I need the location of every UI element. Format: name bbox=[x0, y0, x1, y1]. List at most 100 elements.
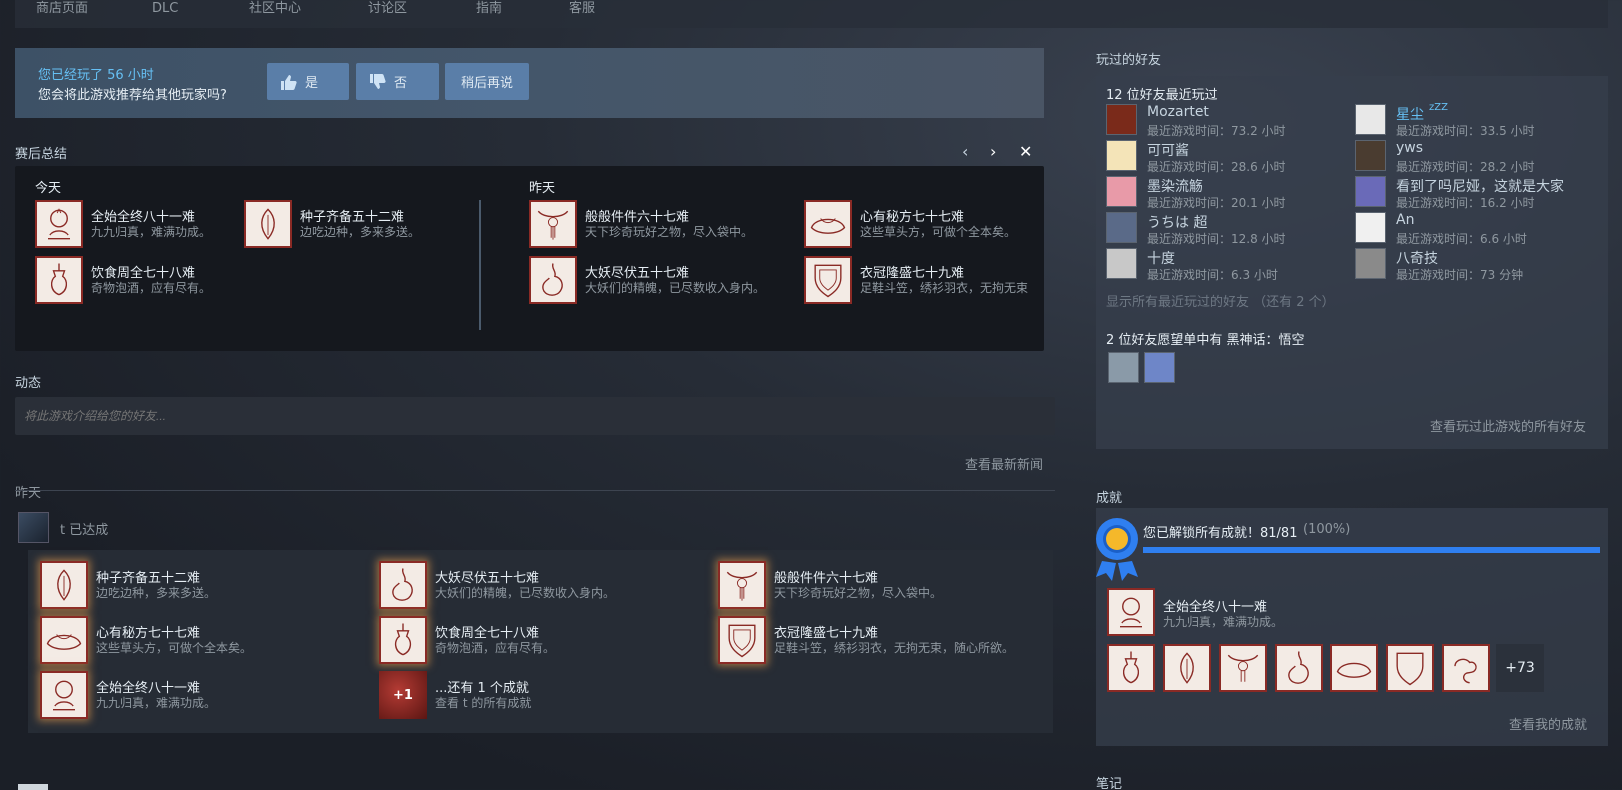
nav-store[interactable]: 商店页面 bbox=[36, 0, 88, 17]
avatar[interactable] bbox=[1106, 248, 1137, 279]
achievement-desc: 这些草头方，可做个全本矣。 bbox=[860, 225, 1017, 239]
away-status: zZZ bbox=[1429, 102, 1448, 113]
shield-icon bbox=[718, 616, 766, 664]
pendant-icon bbox=[529, 200, 577, 248]
friend-name[interactable]: 十度 bbox=[1147, 248, 1175, 268]
avatar[interactable] bbox=[18, 512, 49, 543]
friend-name[interactable]: An bbox=[1396, 212, 1414, 228]
seed-icon bbox=[244, 200, 292, 248]
avatar[interactable] bbox=[1106, 104, 1137, 135]
gourd-icon bbox=[379, 616, 427, 664]
playtime-text: 您已经玩了 56 小时 bbox=[38, 68, 154, 83]
recommend-question: 您会将此游戏推荐给其他玩家吗? bbox=[38, 88, 227, 103]
achievement-desc: 天下珍奇玩好之物，尽入袋中。 bbox=[585, 225, 754, 239]
shield-icon[interactable] bbox=[1386, 644, 1434, 692]
avatar[interactable] bbox=[1144, 352, 1175, 383]
friends-title: 玩过的好友 bbox=[1096, 53, 1162, 68]
nav-dlc[interactable]: DLC bbox=[152, 0, 178, 17]
cloud-icon[interactable] bbox=[1442, 644, 1490, 692]
avatar[interactable] bbox=[1355, 248, 1386, 279]
friend-name[interactable]: Mozartet bbox=[1147, 104, 1209, 120]
nav-discussions[interactable]: 讨论区 bbox=[368, 0, 407, 17]
collar-icon bbox=[804, 200, 852, 248]
more-achievements-desc: 查看 t 的所有成就 bbox=[435, 696, 532, 710]
nav-support[interactable]: 客服 bbox=[569, 0, 595, 17]
avatar[interactable] bbox=[1355, 140, 1386, 171]
avatar[interactable] bbox=[1355, 212, 1386, 243]
more-achievements-count[interactable]: +73 bbox=[1496, 644, 1544, 692]
next-arrow-icon[interactable]: › bbox=[990, 142, 1010, 162]
pendant-icon[interactable] bbox=[1219, 644, 1267, 692]
flame-icon bbox=[529, 256, 577, 304]
avatar[interactable] bbox=[1106, 176, 1137, 207]
achievement-icon bbox=[1107, 588, 1155, 636]
friend-playtime: 最近游戏时间：28.6 小时 bbox=[1147, 160, 1286, 174]
friend-name[interactable]: 墨染流觞 bbox=[1147, 176, 1203, 196]
friend-playtime: 最近游戏时间：73.2 小时 bbox=[1147, 124, 1286, 138]
avatar[interactable] bbox=[1355, 176, 1386, 207]
thumbs-up-button[interactable]: 是 bbox=[267, 63, 349, 100]
show-all-friends-link[interactable]: 显示所有最近玩过的好友 （还有 2 个） bbox=[1106, 291, 1335, 310]
friend-name[interactable]: 星尘 bbox=[1396, 104, 1424, 124]
avatar[interactable] bbox=[1106, 212, 1137, 243]
wishlist-header: 2 位好友愿望单中有 黑神话：悟空 bbox=[1106, 333, 1305, 348]
thumbs-up-icon bbox=[281, 74, 297, 90]
later-button[interactable]: 稍后再说 bbox=[445, 63, 529, 100]
achievement-desc: 大妖们的精魄，已尽数收入身内。 bbox=[435, 586, 616, 600]
seed-icon[interactable] bbox=[1163, 644, 1211, 692]
achievements-title: 成就 bbox=[1096, 491, 1123, 506]
friend-name[interactable]: うちは 超 bbox=[1147, 212, 1207, 232]
activity-title: 动态 bbox=[15, 376, 42, 391]
achievement-desc: 奇物泡酒，应有尽有。 bbox=[435, 641, 556, 655]
avatar[interactable] bbox=[1106, 140, 1137, 171]
close-icon[interactable]: ✕ bbox=[1019, 142, 1039, 162]
feed-user-line[interactable]: t 已达成 bbox=[60, 519, 108, 538]
notes-icon bbox=[18, 784, 48, 790]
achievement-icon bbox=[35, 200, 83, 248]
friends-recent-header: 12 位好友最近玩过 bbox=[1106, 88, 1218, 103]
progress-fill bbox=[1143, 547, 1600, 553]
achievement-desc: 奇物泡酒，应有尽有。 bbox=[91, 281, 212, 295]
achievements-progress-bar bbox=[1143, 547, 1600, 553]
achievements-unlocked-text: 您已解锁所有成就！81/81 bbox=[1143, 526, 1298, 541]
friend-playtime: 最近游戏时间：33.5 小时 bbox=[1396, 124, 1535, 138]
friend-name[interactable]: 看到了吗尼娅，这就是大家 bbox=[1396, 176, 1564, 196]
yesterday-label: 昨天 bbox=[529, 181, 556, 196]
thumbs-down-button[interactable]: 否 bbox=[356, 63, 439, 100]
view-my-achievements-link[interactable]: 查看我的成就 bbox=[1509, 714, 1587, 733]
avatar[interactable] bbox=[1355, 104, 1386, 135]
friend-name[interactable]: 八奇技 bbox=[1396, 248, 1438, 268]
view-all-friends-link[interactable]: 查看玩过此游戏的所有好友 bbox=[1430, 416, 1586, 435]
achievement-desc: 足鞋斗笠，绣衫羽衣，无拘无束 bbox=[860, 281, 1029, 295]
latest-news-link[interactable]: 查看最新新闻 bbox=[965, 454, 1043, 473]
friend-name[interactable]: 可可酱 bbox=[1147, 140, 1189, 160]
friend-playtime: 最近游戏时间：73 分钟 bbox=[1396, 268, 1524, 282]
friend-name[interactable]: yws bbox=[1396, 140, 1423, 156]
gourd-icon[interactable] bbox=[1107, 644, 1155, 692]
friend-playtime: 最近游戏时间：20.1 小时 bbox=[1147, 196, 1286, 210]
seed-icon bbox=[40, 561, 88, 609]
achievement-desc: 边吃边种，多来多送。 bbox=[96, 586, 217, 600]
feed-yesterday-label: 昨天 bbox=[15, 486, 42, 501]
top-nav: 商店页面 DLC 社区中心 讨论区 指南 客服 bbox=[15, 0, 1608, 28]
share-input[interactable] bbox=[15, 397, 1055, 435]
achievement-desc: 天下珍奇玩好之物，尽入袋中。 bbox=[774, 586, 943, 600]
nav-guides[interactable]: 指南 bbox=[476, 0, 502, 17]
thumbs-down-icon bbox=[370, 73, 386, 89]
friend-playtime: 最近游戏时间：6.6 小时 bbox=[1396, 232, 1527, 246]
flame-icon[interactable] bbox=[1275, 644, 1323, 692]
friend-playtime: 最近游戏时间：28.2 小时 bbox=[1396, 160, 1535, 174]
achievement-desc: 九九归真，难满功成。 bbox=[1163, 615, 1284, 629]
shield-icon bbox=[804, 256, 852, 304]
prev-arrow-icon[interactable]: ‹ bbox=[962, 142, 982, 162]
nav-community[interactable]: 社区中心 bbox=[249, 0, 301, 17]
collar-icon[interactable] bbox=[1330, 644, 1378, 692]
achievement-icon bbox=[40, 671, 88, 719]
summary-divider bbox=[479, 200, 481, 330]
more-count-badge: +1 bbox=[379, 671, 427, 719]
no-label: 否 bbox=[394, 76, 408, 91]
avatar[interactable] bbox=[1108, 352, 1139, 383]
summary-title: 赛后总结 bbox=[15, 147, 68, 162]
achievement-desc: 边吃边种，多来多送。 bbox=[300, 225, 421, 239]
flame-icon bbox=[379, 561, 427, 609]
